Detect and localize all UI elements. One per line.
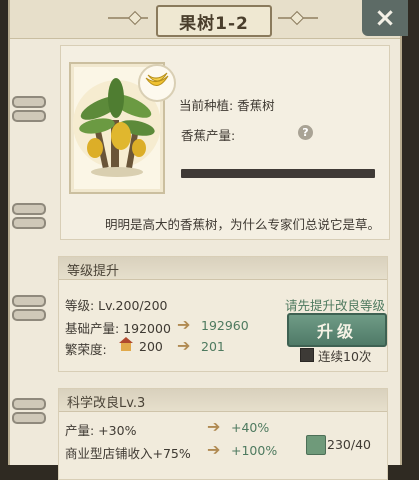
continuous-label: 连续10次 xyxy=(318,349,372,364)
close-button[interactable]: × xyxy=(362,0,408,36)
prosperity-label: 繁荣度: xyxy=(65,342,107,357)
binder-ring xyxy=(12,412,46,424)
header-band: 果树1-2 xyxy=(10,0,400,39)
prosperity-next: 201 xyxy=(201,339,225,354)
binder-ring xyxy=(12,398,46,410)
arrow-icon: ➔ xyxy=(177,315,191,334)
binder-ring xyxy=(12,295,46,307)
arrow-icon: ➔ xyxy=(207,417,221,436)
upgrade-button[interactable]: 升级 xyxy=(287,313,387,347)
binder-ring xyxy=(12,309,46,321)
help-icon[interactable]: ? xyxy=(298,125,313,140)
level-up-section: 等级提升 等级: Lv.200/200 基础产量: 192000 ➔ 19296… xyxy=(58,256,388,372)
prosperity-icon xyxy=(119,337,133,351)
title-ornament-diamond-right xyxy=(289,10,305,26)
plant-description: 明明是高大的香蕉树，为什么专家们总说它是草。 xyxy=(105,217,381,232)
book-icon xyxy=(306,435,326,455)
continuous-checkbox[interactable] xyxy=(300,348,314,362)
base-yield-next: 192960 xyxy=(201,318,249,333)
binder-ring xyxy=(12,96,46,108)
binder-ring xyxy=(12,217,46,229)
current-plant-label: 当前种植: 香蕉树 xyxy=(179,98,275,113)
science-header: 科学改良Lv.3 xyxy=(59,389,387,412)
plant-info-card: 当前种植: 香蕉树 香蕉产量: ? 明明是高大的香蕉树，为什么专家们总说它是草。 xyxy=(60,45,390,240)
binder-ring xyxy=(12,203,46,215)
title-ornament-diamond-left xyxy=(127,10,143,26)
prosperity-value: 200 xyxy=(139,339,163,354)
arrow-icon: ➔ xyxy=(207,440,221,459)
arrow-icon: ➔ xyxy=(177,336,191,355)
book-count: 230/40 xyxy=(327,437,371,452)
fruit-tree-panel: 果树1-2 当前种植: 香蕉树 香蕉产量: ? 明明是高大的香蕉树，为什么专家们… xyxy=(8,0,402,480)
shop-income-next: +100% xyxy=(231,443,278,458)
binder-ring xyxy=(12,110,46,122)
banana-icon xyxy=(138,64,176,102)
yield-progress-bar xyxy=(181,169,375,178)
upgrade-hint: 请先提升改良等级 xyxy=(285,298,386,313)
science-yield-next: +40% xyxy=(231,420,270,435)
level-up-header: 等级提升 xyxy=(59,257,387,280)
window-title: 果树1-2 xyxy=(156,5,272,37)
level-up-title: 等级提升 xyxy=(67,264,120,279)
banana-yield-label: 香蕉产量: xyxy=(181,128,236,143)
level-text: 等级: Lv.200/200 xyxy=(65,298,168,313)
science-yield-label: 产量: +30% xyxy=(65,423,137,438)
shop-income-label: 商业型店铺收入+75% xyxy=(65,446,191,461)
science-improve-section: 科学改良Lv.3 产量: +30% ➔ +40% 商业型店铺收入+75% ➔ +… xyxy=(58,388,388,480)
science-title: 科学改良Lv.3 xyxy=(67,396,146,411)
